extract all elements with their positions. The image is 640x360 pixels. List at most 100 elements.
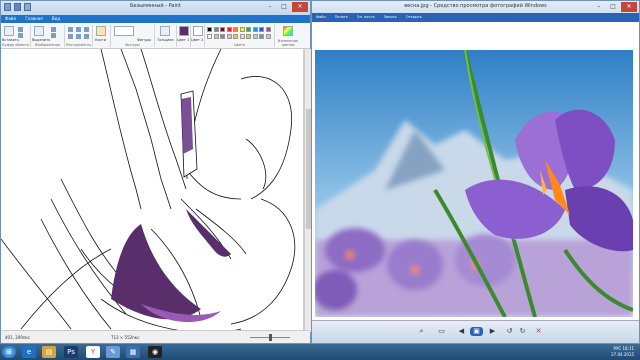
palette-swatch[interactable] <box>239 27 245 32</box>
brush-label: Кисти <box>95 38 106 42</box>
palette-swatch[interactable] <box>265 33 271 39</box>
close-icon[interactable]: ✕ <box>292 2 308 12</box>
palette-swatch[interactable] <box>246 27 251 32</box>
taskbar-explorer-icon[interactable]: ▤ <box>42 346 56 358</box>
palette-swatch[interactable] <box>252 27 258 32</box>
edit-colors-icon[interactable] <box>283 26 293 36</box>
palette-swatch[interactable] <box>213 27 219 32</box>
palette-swatch[interactable] <box>246 33 251 39</box>
brush-icon[interactable] <box>96 26 106 36</box>
magnifier-icon[interactable] <box>84 34 89 39</box>
viewer-menu-file[interactable]: Файл <box>312 13 330 21</box>
zoom-icon[interactable]: ⌕ <box>417 327 426 336</box>
clock-time[interactable]: 18:11 <box>622 346 634 351</box>
paint-window: Безымянный - Paint – □ ✕ Файл Главная Ви… <box>0 0 312 344</box>
menu-home[interactable]: Главная <box>21 15 46 22</box>
group-clipboard-label: Буфер обмена <box>2 43 29 47</box>
group-size: Толщина <box>155 25 177 47</box>
rotate-left-icon[interactable]: ↺ <box>505 327 514 336</box>
viewer-menu-print[interactable]: Печать <box>331 13 352 21</box>
palette-swatch[interactable] <box>213 33 219 39</box>
minimize-icon[interactable]: – <box>593 2 605 12</box>
system-tray[interactable]: РУС 18:11 27.04.2015 <box>611 346 634 358</box>
edit-colors-label: Изменение цветов <box>277 39 299 47</box>
group-color2: Цвет 2 <box>191 25 205 47</box>
cut-icon[interactable] <box>18 27 23 32</box>
taskbar-paint-icon[interactable]: ✎ <box>106 346 120 358</box>
maximize-icon[interactable]: □ <box>607 2 619 12</box>
viewer-title: весна.jpg - Средство просмотра фотографи… <box>404 3 547 9</box>
menu-view[interactable]: Вид <box>48 15 64 22</box>
menu-file[interactable]: Файл <box>1 15 20 22</box>
paint-canvas-area <box>0 48 312 334</box>
palette-swatch[interactable] <box>226 33 232 39</box>
color2-label: Цвет 2 <box>191 38 204 42</box>
viewer-menu-email[interactable]: Эл. почта <box>353 13 379 21</box>
actual-size-icon[interactable]: ▭ <box>437 327 446 336</box>
minimize-icon[interactable]: – <box>264 2 276 12</box>
taskbar-ie-icon[interactable]: e <box>22 346 36 358</box>
crop-icon[interactable] <box>51 27 56 32</box>
eraser-icon[interactable] <box>68 34 73 39</box>
palette-swatch[interactable] <box>220 27 225 32</box>
palette-swatch[interactable] <box>265 27 271 32</box>
rotate-right-icon[interactable]: ↻ <box>518 327 527 336</box>
group-shapes-label: Фигуры <box>125 43 140 47</box>
crocus-photo-image <box>315 50 633 317</box>
paint-statusbar: 401, 309пкс 712 × 552пкс <box>1 330 310 343</box>
color2-swatch[interactable] <box>193 26 203 36</box>
palette-swatch[interactable] <box>233 27 238 32</box>
taskbar-media-icon[interactable]: ◉ <box>148 346 162 358</box>
clock-date[interactable]: 27.04.2015 <box>611 352 634 358</box>
slideshow-icon[interactable]: ▣ <box>470 327 483 336</box>
palette-swatch[interactable] <box>233 33 238 39</box>
group-colors: Цвета <box>205 25 275 47</box>
palette-swatch[interactable] <box>239 33 245 39</box>
palette-swatch[interactable] <box>259 27 264 32</box>
drawing-canvas[interactable] <box>0 48 303 334</box>
taskbar-yandex-icon[interactable]: Y <box>86 346 100 358</box>
paint-titlebar[interactable]: Безымянный - Paint – □ ✕ <box>1 1 310 15</box>
previous-icon[interactable]: ◀ <box>457 327 466 336</box>
paste-label: Вставить <box>2 38 19 42</box>
text-icon[interactable] <box>84 27 89 32</box>
next-icon[interactable]: ▶ <box>488 327 497 336</box>
shapes-label: Фигуры <box>137 38 152 42</box>
viewer-toolbar: Файл Печать Эл. почта Запись Открыть <box>312 13 639 22</box>
zoom-slider-knob[interactable] <box>269 334 272 341</box>
keyboard-language[interactable]: РУС <box>614 346 622 351</box>
fill-icon[interactable] <box>76 27 81 32</box>
palette-swatch[interactable] <box>207 33 212 39</box>
start-button[interactable]: ⊞ <box>2 346 16 358</box>
color1-swatch[interactable] <box>179 26 189 36</box>
viewer-menu-burn[interactable]: Запись <box>380 13 401 21</box>
palette-swatch[interactable] <box>259 33 264 39</box>
copy-icon[interactable] <box>18 33 23 38</box>
pencil-icon[interactable] <box>68 27 73 32</box>
taskbar: ⊞ e ▤ Ps Y ✎ ▦ ◉ РУС 18:11 27.04.2015 <box>0 344 640 360</box>
maximize-icon[interactable]: □ <box>278 2 290 12</box>
shapes-gallery[interactable] <box>114 26 134 36</box>
image-size: 712 × 552пкс <box>111 335 140 340</box>
viewer-controls: ⌕ ▭ ◀ ▣ ▶ ↺ ↻ ✕ <box>312 320 639 343</box>
select-icon[interactable] <box>34 26 44 36</box>
paste-icon[interactable] <box>4 26 14 36</box>
palette-swatch[interactable] <box>207 27 212 32</box>
viewer-menu-open[interactable]: Открыть <box>402 13 426 21</box>
group-clipboard: Вставить Буфер обмена <box>1 25 31 47</box>
taskbar-photo-viewer-icon[interactable]: ▦ <box>126 346 140 358</box>
crocus-photo <box>315 50 633 317</box>
size-icon[interactable] <box>160 26 170 36</box>
palette-swatch[interactable] <box>220 33 225 39</box>
paint-menubar: Файл Главная Вид <box>1 15 310 23</box>
close-icon[interactable]: ✕ <box>621 2 637 12</box>
picker-icon[interactable] <box>76 34 81 39</box>
resize-icon[interactable] <box>51 33 56 38</box>
delete-icon[interactable]: ✕ <box>534 327 543 336</box>
group-tools: Инструменты <box>65 25 93 47</box>
taskbar-photoshop-icon[interactable]: Ps <box>64 346 78 358</box>
palette-swatch[interactable] <box>252 33 258 39</box>
palette-swatch[interactable] <box>226 27 232 32</box>
photo-viewer-window: весна.jpg - Средство просмотра фотографи… <box>311 0 640 344</box>
color1-label: Цвет 1 <box>177 38 190 42</box>
